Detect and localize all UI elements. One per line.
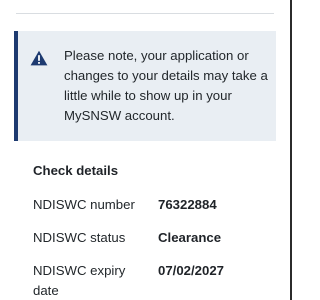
ndiswc-expiry-label: NDISWC expiry date [33,263,126,298]
ndiswc-number-label: NDISWC number [33,197,135,212]
ndiswc-status-value: Clearance [158,230,222,245]
details-heading: Check details [33,163,119,178]
info-notice: Please note, your application or changes… [14,31,276,141]
section-divider [16,13,274,14]
panel-edge [290,0,292,300]
ndiswc-status-label: NDISWC status [33,230,126,245]
warning-icon [30,50,48,66]
content-panel: Please note, your application or changes… [0,0,290,300]
ndiswc-number-value: 76322884 [158,197,217,212]
notice-message: Please note, your application or changes… [64,48,268,123]
ndiswc-expiry-value: 07/02/2027 [158,263,225,278]
